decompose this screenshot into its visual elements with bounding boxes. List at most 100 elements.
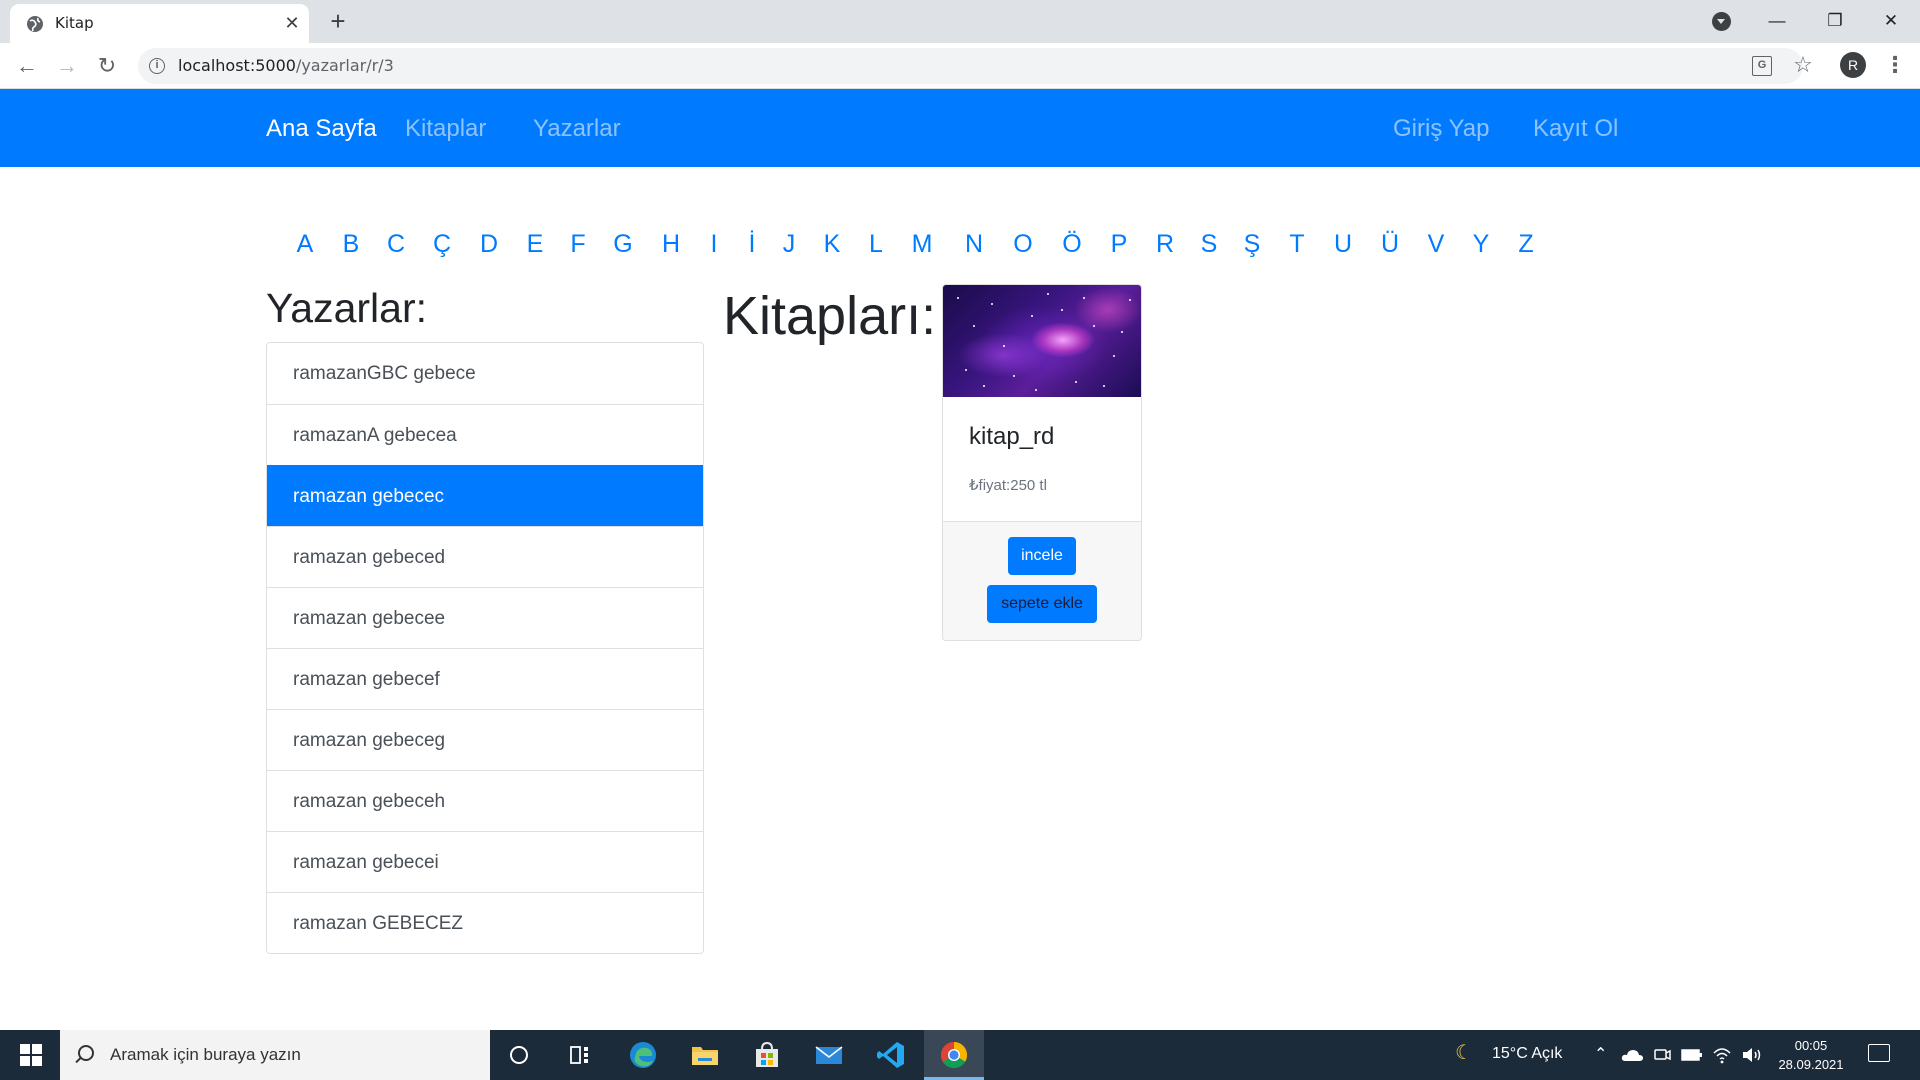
alphabet-letter[interactable]: E <box>527 230 544 259</box>
onedrive-cloud-icon[interactable] <box>1620 1047 1644 1063</box>
cover-star <box>1003 345 1005 347</box>
book-card: kitap_rd ₺fiyat:250 tl incele sepete ekl… <box>942 284 1142 641</box>
view-book-button[interactable]: incele <box>1008 537 1076 575</box>
author-item[interactable]: ramazanA gebecea <box>267 404 703 465</box>
meet-now-icon[interactable] <box>1653 1045 1671 1065</box>
alphabet-letter[interactable]: Z <box>1518 230 1533 259</box>
taskbar-clock[interactable]: 00:05 28.09.2021 <box>1775 1036 1847 1074</box>
alphabet-letter[interactable]: U <box>1334 230 1352 259</box>
alphabet-filter: ABCÇDEFG H I İJKLM N O Ö PRSŞT UÜVYZ <box>280 230 1570 266</box>
author-item[interactable]: ramazan GEBECEZ <box>267 892 703 953</box>
address-bar[interactable]: i localhost:5000/yazarlar/r/3 <box>138 48 1803 84</box>
add-to-cart-button[interactable]: sepete ekle <box>987 585 1097 623</box>
nav-kitaplar[interactable]: Kitaplar <box>405 115 486 143</box>
alphabet-letter[interactable]: N <box>965 230 983 259</box>
clock-date: 28.09.2021 <box>1778 1057 1844 1072</box>
forward-icon[interactable]: → <box>52 51 82 81</box>
reload-icon[interactable]: ↻ <box>92 51 122 81</box>
alphabet-letter[interactable]: S <box>1201 230 1218 259</box>
minimize-icon[interactable]: — <box>1748 2 1806 40</box>
alphabet-letter[interactable]: Ç <box>433 230 451 259</box>
author-item[interactable]: ramazan gebecee <box>267 587 703 648</box>
profile-avatar[interactable]: R <box>1840 52 1866 78</box>
alphabet-letter[interactable]: Y <box>1473 230 1490 259</box>
cover-star <box>1129 299 1131 301</box>
nav-home[interactable]: Ana Sayfa <box>266 115 377 143</box>
alphabet-letter[interactable]: D <box>480 230 498 259</box>
author-item[interactable]: ramazan gebecef <box>267 648 703 709</box>
back-icon[interactable]: ← <box>12 51 42 81</box>
alphabet-letter[interactable]: L <box>869 230 883 259</box>
alphabet-letter[interactable]: A <box>297 230 314 259</box>
url-text[interactable]: localhost:5000/yazarlar/r/3 <box>178 56 394 75</box>
cover-star <box>1113 355 1115 357</box>
windows-start-icon[interactable] <box>0 1030 60 1080</box>
edge-icon[interactable] <box>626 1038 660 1072</box>
restore-icon[interactable]: ❐ <box>1806 2 1864 40</box>
info-icon[interactable]: i <box>149 58 165 74</box>
wifi-icon[interactable] <box>1712 1045 1732 1065</box>
author-item[interactable]: ramazan gebecec <box>267 465 703 526</box>
alphabet-letter[interactable]: Ü <box>1381 230 1399 259</box>
alphabet-letter[interactable]: J <box>783 230 796 259</box>
notification-icon[interactable] <box>1868 1044 1890 1062</box>
alphabet-letter[interactable]: O <box>1013 230 1032 259</box>
tab-title: Kitap <box>55 14 94 32</box>
close-tab-icon[interactable]: ✕ <box>282 13 302 33</box>
volume-icon[interactable] <box>1741 1045 1763 1065</box>
cover-star <box>1013 375 1015 377</box>
alphabet-letter[interactable]: C <box>387 230 405 259</box>
alphabet-letter[interactable]: Ö <box>1062 230 1081 259</box>
alphabet-letter[interactable]: K <box>824 230 841 259</box>
taskbar-search[interactable]: Aramak için buraya yazın <box>60 1030 490 1080</box>
cover-star <box>1035 389 1037 391</box>
chevron-up-icon[interactable]: ⌃ <box>1594 1045 1607 1065</box>
alphabet-letter[interactable]: G <box>613 230 632 259</box>
cover-star <box>1031 315 1033 317</box>
translate-icon[interactable]: G <box>1752 56 1772 76</box>
nav-yazarlar[interactable]: Yazarlar <box>533 115 621 143</box>
author-item[interactable]: ramazan gebeceh <box>267 770 703 831</box>
task-view-icon[interactable] <box>563 1038 597 1072</box>
alphabet-letter[interactable]: R <box>1156 230 1174 259</box>
weather-moon-icon[interactable]: ☾ <box>1455 1043 1473 1063</box>
microsoft-store-icon[interactable] <box>750 1038 784 1072</box>
bookmark-star-icon[interactable]: ☆ <box>1790 50 1816 80</box>
author-item[interactable]: ramazan gebecei <box>267 831 703 892</box>
clock-time: 00:05 <box>1794 1038 1828 1053</box>
book-cover-image[interactable] <box>943 285 1141 397</box>
cover-star <box>1103 385 1105 387</box>
tab-search-icon[interactable] <box>1712 12 1731 31</box>
cover-star <box>973 325 975 327</box>
author-item[interactable]: ramazan gebeced <box>267 526 703 587</box>
alphabet-letter[interactable]: M <box>912 230 933 259</box>
author-item[interactable]: ramazanGBC gebece <box>267 343 703 404</box>
chrome-icon[interactable] <box>937 1038 971 1072</box>
vscode-icon[interactable] <box>874 1038 908 1072</box>
browser-tab[interactable]: Kitap ✕ <box>10 4 309 43</box>
nav-login[interactable]: Giriş Yap <box>1393 115 1489 143</box>
cover-star <box>965 369 967 371</box>
alphabet-letter[interactable]: T <box>1289 230 1304 259</box>
browser-menu-icon[interactable]: ⋮ <box>1884 50 1906 80</box>
alphabet-letter[interactable]: P <box>1111 230 1128 259</box>
author-item[interactable]: ramazan gebeceg <box>267 709 703 770</box>
alphabet-letter[interactable]: H <box>662 230 680 259</box>
alphabet-letter[interactable]: Ş <box>1244 230 1261 259</box>
weather-text[interactable]: 15°C Açık <box>1492 1045 1562 1063</box>
authors-heading: Yazarlar: <box>266 285 428 331</box>
alphabet-letter[interactable]: F <box>570 230 585 259</box>
battery-icon[interactable] <box>1681 1048 1703 1062</box>
file-explorer-icon[interactable] <box>688 1038 722 1072</box>
alphabet-letter[interactable]: I <box>711 230 718 259</box>
nav-register[interactable]: Kayıt Ol <box>1533 115 1618 143</box>
cover-star <box>1083 297 1085 299</box>
alphabet-letter[interactable]: B <box>343 230 360 259</box>
alphabet-letter[interactable]: V <box>1428 230 1445 259</box>
close-window-icon[interactable]: ✕ <box>1862 2 1920 40</box>
alphabet-letter[interactable]: İ <box>749 230 756 259</box>
new-tab-icon[interactable]: + <box>323 6 353 36</box>
cortana-icon[interactable] <box>502 1038 536 1072</box>
browser-toolbar: ← → ↻ i localhost:5000/yazarlar/r/3 <box>0 43 1920 89</box>
mail-icon[interactable] <box>812 1038 846 1072</box>
